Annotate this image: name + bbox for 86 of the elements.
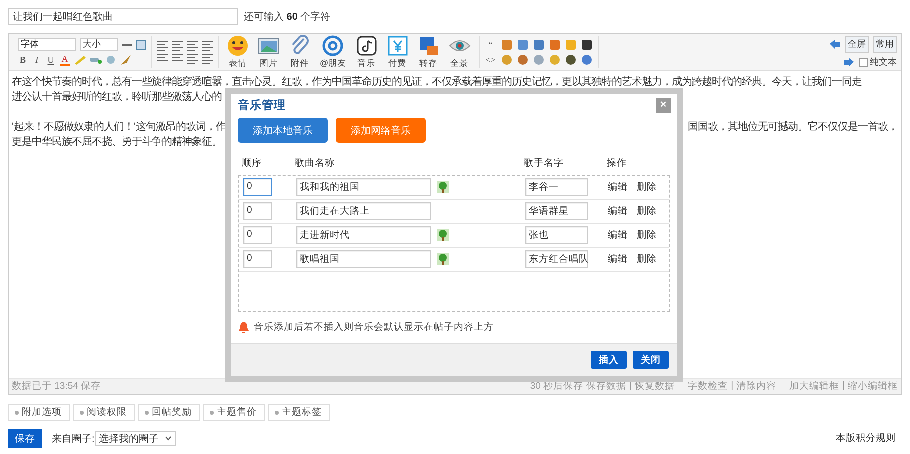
body-text: 进公认十首最好听的红歌，聆听那些激荡人心的	[12, 90, 222, 105]
highlighter-icon	[74, 55, 86, 65]
format-button[interactable]: B	[18, 55, 28, 65]
toolbar-button[interactable]: @朋友	[317, 34, 350, 70]
toolbar-button[interactable]: 表情	[224, 34, 252, 70]
tree-picture-icon	[437, 181, 449, 194]
bell-icon	[239, 322, 249, 334]
border-icon	[136, 40, 146, 50]
column-header: 操作	[607, 157, 628, 170]
order-input[interactable]: 0	[243, 226, 272, 244]
quote-button[interactable]: “	[484, 40, 497, 50]
font-select[interactable]: 字体	[18, 38, 76, 51]
character-limit-hint: 还可输入 60 个字符	[244, 10, 331, 24]
format-button[interactable]: U	[46, 55, 56, 65]
delete-link[interactable]: 删除	[637, 252, 657, 266]
order-input[interactable]: 0	[243, 250, 272, 268]
toolbar-button[interactable]: 音乐	[352, 34, 381, 70]
body-text: 在这个快节奏的时代，总有一些旋律能穿透喧嚣，直击心灵。红歌，作为中国革命历史的见证，不仅承载着厚重的历史记忆，更以其独特的艺术魅力，成为跨越时代的经典。今天，让我们一同走	[12, 75, 862, 90]
option-tab[interactable]: 主题标签	[268, 404, 330, 421]
singer-input[interactable]: 张也	[525, 226, 588, 244]
edit-link[interactable]: 编辑	[608, 180, 628, 194]
insert-button[interactable]: 插入	[591, 351, 627, 370]
song-name-input[interactable]: 歌唱祖国	[296, 250, 431, 268]
format-button[interactable]: A	[60, 54, 70, 66]
tree-picture-icon	[437, 229, 449, 242]
order-input[interactable]: 0	[243, 202, 272, 220]
align-justify-icon	[187, 40, 198, 50]
toolbar-button[interactable]: 付费	[384, 34, 412, 70]
body-text: 国国歌，其地位无可撼动。它不仅仅是一首歌，	[688, 120, 898, 135]
edit-link[interactable]: 编辑	[608, 228, 628, 242]
format-button[interactable]: I	[32, 55, 42, 65]
option-tab[interactable]: 回帖奖励	[138, 404, 200, 421]
edit-link[interactable]: 编辑	[608, 252, 628, 266]
align-left-icon	[157, 40, 168, 50]
float-left-icon	[157, 54, 168, 64]
dialog-title: 音乐管理	[238, 98, 286, 113]
save-button[interactable]: 保存	[8, 429, 42, 448]
option-tab[interactable]: 主题售价	[203, 404, 265, 421]
separator-text: |	[731, 380, 734, 393]
order-input[interactable]: 0	[243, 178, 272, 196]
song-name-input[interactable]: 走进新时代	[296, 226, 431, 244]
close-dialog-button[interactable]: 关闭	[633, 351, 669, 370]
column-header: 歌曲名称	[295, 157, 336, 170]
song-name-input[interactable]: 我和我的祖国	[296, 178, 431, 196]
toolbar-button[interactable]: 附件	[286, 34, 314, 70]
singer-input[interactable]: 东方红合唱队	[525, 250, 588, 268]
points-rules-link[interactable]: 本版积分规则	[836, 432, 896, 445]
numbered-list-icon	[187, 54, 198, 64]
dialog-note: 音乐添加后若不插入则音乐会默认显示在帖子内容上方	[254, 321, 494, 334]
singer-input[interactable]: 华语群星	[525, 202, 588, 220]
toolbar-button[interactable]: 转存	[414, 34, 443, 70]
toolbar-button[interactable]: 全景	[446, 34, 474, 70]
plain-text-label: 纯文本	[870, 56, 897, 68]
body-text: 更是中华民族不屈不挠、勇于斗争的精神象征。	[12, 135, 222, 150]
link-icon	[90, 55, 102, 65]
column-header: 顺序	[242, 157, 263, 170]
plain-text-checkbox[interactable]	[859, 58, 868, 66]
autosave-status: 数据已于 13:54 保存	[12, 380, 102, 393]
tree-picture-icon	[437, 253, 449, 266]
code-button[interactable]: <>	[484, 54, 497, 64]
option-tab[interactable]: 附加选项	[8, 404, 70, 421]
chevron-down-icon	[164, 436, 172, 441]
align-right-icon	[202, 40, 213, 50]
size-select[interactable]: 大小	[80, 38, 118, 51]
option-tab[interactable]: 阅读权限	[73, 404, 135, 421]
column-header: 歌手名字	[524, 157, 565, 170]
separator-text: |	[842, 380, 845, 393]
smiley-face-icon	[227, 34, 249, 56]
edit-link[interactable]: 编辑	[608, 204, 628, 218]
circle-label: 来自圈子:	[52, 432, 95, 446]
fullscreen-button[interactable]: 全屏	[845, 36, 869, 52]
circle-select[interactable]: 选择我的圈子	[94, 431, 176, 446]
toolbar-button[interactable]: 图片	[255, 34, 283, 70]
redo-arrow-icon	[843, 57, 855, 67]
delete-link[interactable]: 删除	[637, 180, 657, 194]
singer-input[interactable]: 李谷一	[525, 178, 588, 196]
common-button[interactable]: 常用	[873, 36, 897, 52]
bullet-list-icon	[202, 54, 213, 64]
align-center-icon	[172, 40, 183, 50]
title-input[interactable]: 让我们一起唱红色歌曲	[8, 8, 238, 25]
undo-arrow-icon	[829, 39, 841, 49]
add-local-music-button[interactable]: 添加本地音乐	[238, 118, 328, 143]
song-name-input[interactable]: 我们走在大路上	[296, 202, 431, 220]
float-right-icon	[172, 54, 183, 64]
delete-link[interactable]: 删除	[637, 204, 657, 218]
delete-link[interactable]: 删除	[637, 228, 657, 242]
